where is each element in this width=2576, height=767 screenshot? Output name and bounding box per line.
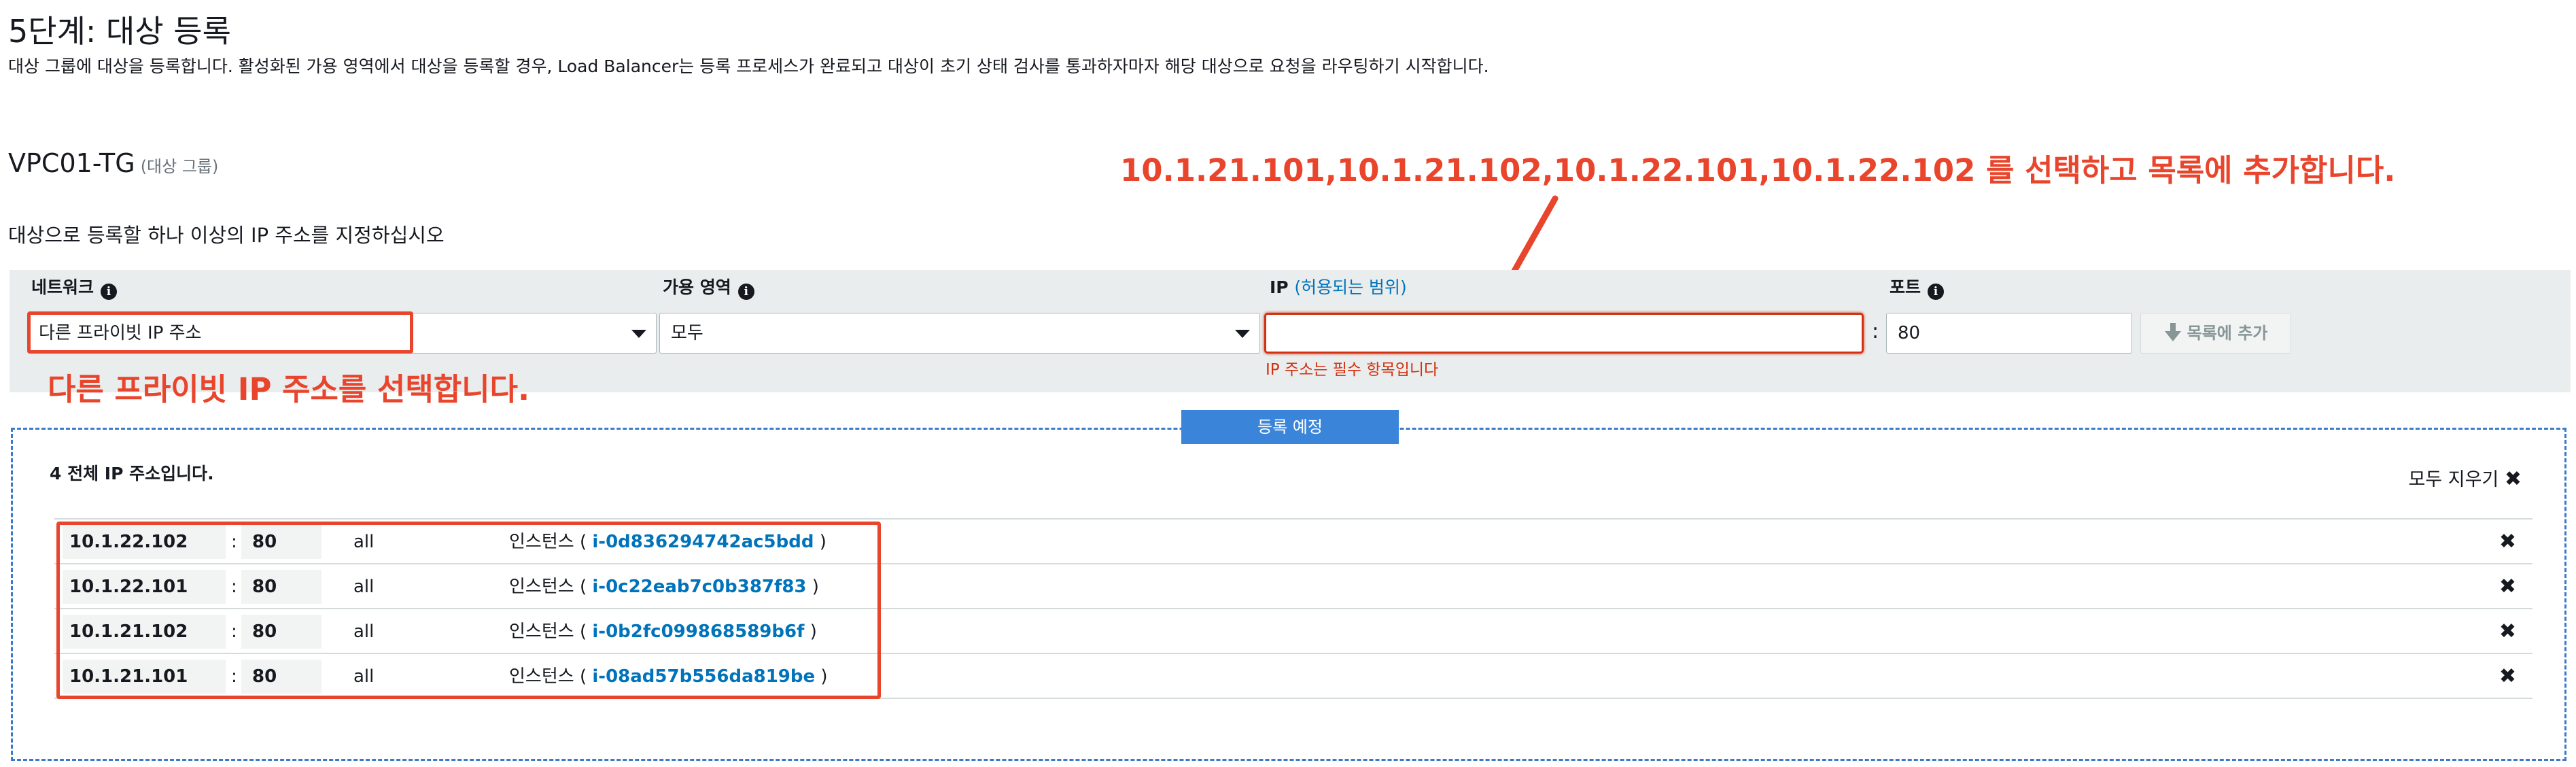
chevron-down-icon [1235,330,1250,338]
port-label: 포트 i [1890,274,1945,300]
ip-label: IP (허용되는 범위) [1270,277,1407,297]
clear-all-label: 모두 지우기 [2408,469,2499,490]
page-description: 대상 그룹에 대상을 등록합니다. 활성화된 가용 영역에서 대상을 등록할 경… [8,56,1489,76]
target-group-name: VPC01-TG [8,148,135,178]
instruction-text: 대상으로 등록할 하나 이상의 IP 주소를 지정하십시오 [8,224,445,247]
close-icon: ✖ [2504,467,2522,491]
remove-row-icon[interactable]: ✖ [2499,570,2516,604]
annotation-rows-box [56,522,881,699]
clear-all-button[interactable]: 모두 지우기 ✖ [2408,464,2522,491]
target-group-sub: (대상 그룹) [140,157,219,176]
remove-row-icon[interactable]: ✖ [2499,615,2516,649]
annotation-top-text: 10.1.21.101,10.1.21.102,10.1.22.101,10.1… [1120,152,2396,188]
page-title: 5단계: 대상 등록 [8,13,231,50]
info-icon[interactable]: i [101,284,118,300]
add-to-list-button[interactable]: 목록에 추가 [2140,313,2291,354]
annotation-network-text: 다른 프라이빗 IP 주소를 선택합니다. [48,371,530,407]
ip-port-separator: : [1872,320,1879,343]
info-icon[interactable]: i [737,284,754,300]
target-group-heading: VPC01-TG (대상 그룹) [8,148,218,178]
add-to-list-label: 목록에 추가 [2187,324,2268,343]
pending-tab: 등록 예정 [1181,410,1399,444]
arrow-down-icon [2164,323,2181,341]
annotation-network-box [27,311,413,354]
port-input[interactable]: 80 [1886,313,2132,354]
network-label: 네트워크 i [31,274,118,300]
remove-row-icon[interactable]: ✖ [2499,660,2516,694]
az-label: 가용 영역 i [663,274,754,300]
ip-error-text: IP 주소는 필수 항목입니다 [1266,361,1439,379]
pending-count-text: 4 전체 IP 주소입니다. [50,464,214,483]
az-select[interactable]: 모두 [659,313,1260,354]
ip-input[interactable] [1264,313,1864,354]
ip-range-link[interactable]: (허용되는 범위) [1294,277,1406,297]
chevron-down-icon [631,330,646,338]
az-select-value: 모두 [671,323,703,343]
info-icon[interactable]: i [1928,284,1945,300]
remove-row-icon[interactable]: ✖ [2499,525,2516,559]
